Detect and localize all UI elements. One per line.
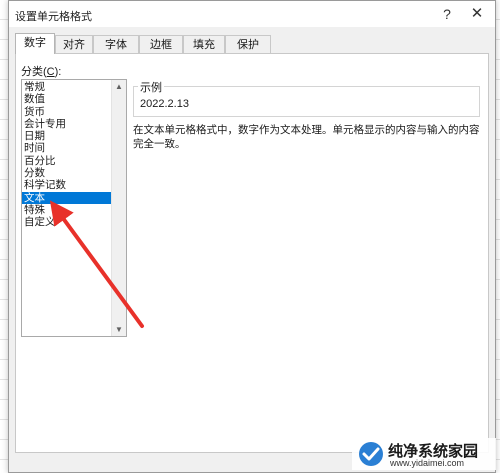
list-item-special[interactable]: 特殊 (22, 204, 112, 216)
tab-alignment[interactable]: 对齐 (55, 35, 93, 53)
tab-fill[interactable]: 填充 (183, 35, 225, 53)
scroll-down-icon[interactable]: ▼ (112, 325, 126, 334)
list-item-date[interactable]: 日期 (22, 130, 112, 142)
list-item-currency[interactable]: 货币 (22, 106, 112, 118)
listbox-scrollbar[interactable]: ▲ ▼ (111, 80, 126, 336)
category-list: 常规 数值 货币 会计专用 日期 时间 百分比 分数 科学记数 文本 特殊 自定… (22, 81, 112, 229)
tab-protection[interactable]: 保护 (225, 35, 271, 53)
list-item-general[interactable]: 常规 (22, 81, 112, 93)
format-description: 在文本单元格格式中，数字作为文本处理。单元格显示的内容与输入的内容完全一致。 (133, 124, 480, 150)
watermark-logo-icon (359, 442, 383, 466)
list-item-custom[interactable]: 自定义 (22, 216, 112, 228)
category-listbox[interactable]: 常规 数值 货币 会计专用 日期 时间 百分比 分数 科学记数 文本 特殊 自定… (21, 79, 127, 337)
scroll-up-icon[interactable]: ▲ (112, 82, 126, 91)
list-item-percentage[interactable]: 百分比 (22, 155, 112, 167)
list-item-accounting[interactable]: 会计专用 (22, 118, 112, 130)
category-label: 分类(C): (21, 66, 62, 78)
format-cells-dialog: 设置单元格格式 ? ✕ 数字 对齐 字体 边框 填充 保护 分类(C): 常规 … (8, 0, 496, 473)
sample-group: 示例 2022.2.13 (133, 79, 480, 117)
list-item-number[interactable]: 数值 (22, 93, 112, 105)
list-item-fraction[interactable]: 分数 (22, 167, 112, 179)
tab-number[interactable]: 数字 (15, 33, 55, 54)
title-bar: 设置单元格格式 ? ✕ (9, 1, 495, 27)
help-button[interactable]: ? (437, 4, 457, 24)
list-item-scientific[interactable]: 科学记数 (22, 179, 112, 191)
number-tab-panel: 分类(C): 常规 数值 货币 会计专用 日期 时间 百分比 分数 科学记数 文… (15, 53, 489, 453)
dialog-title: 设置单元格格式 (15, 11, 92, 23)
watermark: 纯净系统家园 www.yidaimei.com (352, 438, 496, 470)
sample-legend: 示例 (138, 79, 164, 95)
list-item-text[interactable]: 文本 (22, 191, 112, 204)
tab-border[interactable]: 边框 (139, 35, 183, 53)
watermark-url: www.yidaimei.com (390, 458, 465, 468)
sample-value: 2022.2.13 (140, 98, 189, 110)
close-button[interactable]: ✕ (467, 4, 487, 24)
tab-font[interactable]: 字体 (93, 35, 139, 53)
list-item-time[interactable]: 时间 (22, 142, 112, 154)
